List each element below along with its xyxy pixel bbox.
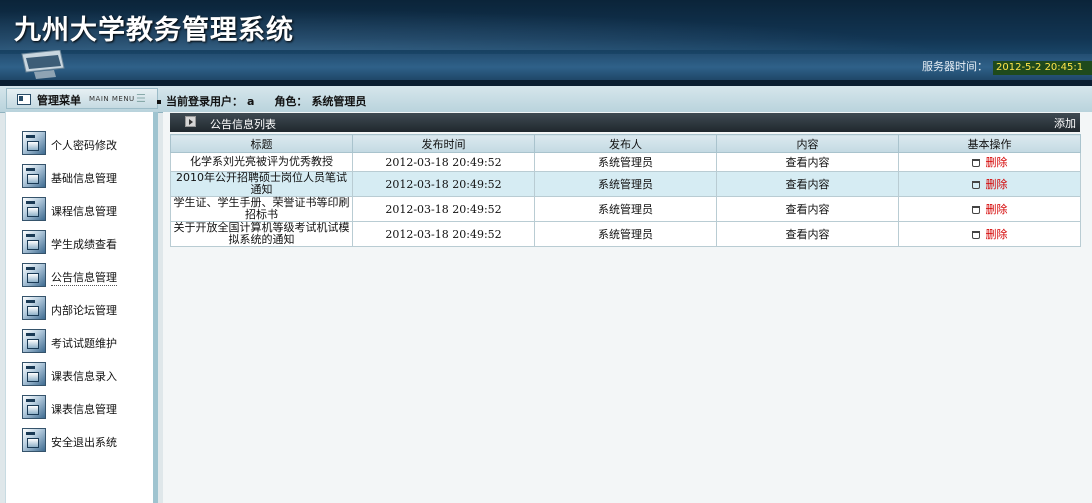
view-content-link[interactable]: 查看内容 [716, 196, 899, 222]
notice-publisher: 系统管理员 [534, 171, 717, 197]
app-window-icon [22, 296, 46, 320]
view-content-link[interactable]: 查看内容 [716, 221, 899, 247]
column-header-title: 标题 [170, 134, 353, 153]
column-header-time: 发布时间 [352, 134, 535, 153]
notice-title: 2010年公开招聘硕士岗位人员笔试通知 [170, 171, 353, 197]
notice-actions: 删除 [898, 196, 1081, 222]
login-label: 当前登录用户： [166, 95, 243, 108]
play-icon [185, 116, 196, 127]
sidebar-item-password[interactable]: 个人密码修改 [22, 131, 154, 157]
view-content-link[interactable]: 查看内容 [716, 171, 899, 197]
table-row: 学生证、学生手册、荣誉证书等印刷招标书 2012-03-18 20:49:52 … [170, 196, 1081, 222]
menu-icon [17, 94, 31, 105]
menu-lines-icon: ☰ [136, 92, 146, 105]
main-menu-header: 管理菜单 MAIN MENU ☰ [6, 88, 158, 109]
trash-icon [971, 231, 980, 239]
sidebar-item-timetable-manage[interactable]: 课表信息管理 [22, 395, 154, 421]
sidebar-item-forum[interactable]: 内部论坛管理 [22, 296, 154, 322]
notice-actions: 删除 [898, 171, 1081, 197]
bullet-icon [157, 100, 161, 104]
sidebar-item-grades[interactable]: 学生成绩查看 [22, 230, 154, 256]
sidebar-item-timetable-entry[interactable]: 课表信息录入 [22, 362, 154, 388]
sidebar-item-label: 安全退出系统 [51, 436, 117, 449]
server-time-label: 服务器时间： [922, 60, 988, 73]
system-title: 九州大学教务管理系统 [14, 15, 294, 46]
notice-time: 2012-03-18 20:49:52 [352, 196, 535, 222]
sidebar-item-logout[interactable]: 安全退出系统 [22, 428, 154, 454]
sidebar-item-notices[interactable]: 公告信息管理 [22, 263, 154, 289]
notice-time: 2012-03-18 20:49:52 [352, 221, 535, 247]
notice-actions: 删除 [898, 221, 1081, 247]
trash-icon [971, 159, 980, 167]
delete-button[interactable]: 删除 [986, 203, 1008, 216]
app-window-icon [22, 362, 46, 386]
notice-title: 化学系刘光亮被评为优秀教授 [170, 152, 353, 172]
app-window-icon [22, 131, 46, 155]
sidebar-item-label: 内部论坛管理 [51, 304, 117, 317]
notice-time: 2012-03-18 20:49:52 [352, 152, 535, 172]
sidebar-item-basic-info[interactable]: 基础信息管理 [22, 164, 154, 190]
role-label: 角色： [274, 95, 308, 108]
monitor-icon [21, 50, 65, 79]
table-row: 化学系刘光亮被评为优秀教授 2012-03-18 20:49:52 系统管理员 … [170, 152, 1081, 172]
sidebar-item-courses[interactable]: 课程信息管理 [22, 197, 154, 223]
table-row: 2010年公开招聘硕士岗位人员笔试通知 2012-03-18 20:49:52 … [170, 171, 1081, 197]
sidebar-item-label: 课表信息管理 [51, 403, 117, 416]
sidebar-item-label: 考试试题维护 [51, 337, 117, 350]
notice-time: 2012-03-18 20:49:52 [352, 171, 535, 197]
app-window-icon [22, 263, 46, 287]
app-header: 九州大学教务管理系统 服务器时间： 2012-5-2 20:45:1 [0, 0, 1092, 86]
view-content-link[interactable]: 查看内容 [716, 152, 899, 172]
add-button[interactable]: 添加 [1054, 115, 1076, 131]
delete-button[interactable]: 删除 [986, 156, 1008, 169]
notice-title: 关于开放全国计算机等级考试机试模拟系统的通知 [170, 221, 353, 247]
sidebar-item-label: 公告信息管理 [51, 271, 117, 286]
table-row: 关于开放全国计算机等级考试机试模拟系统的通知 2012-03-18 20:49:… [170, 221, 1081, 247]
server-time-value: 2012-5-2 20:45:1 [993, 61, 1092, 75]
list-title: 公告信息列表 [210, 118, 276, 131]
notice-publisher: 系统管理员 [534, 221, 717, 247]
app-window-icon [22, 395, 46, 419]
app-window-icon [22, 164, 46, 188]
sidebar-item-label: 课表信息录入 [51, 370, 117, 383]
notice-title: 学生证、学生手册、荣誉证书等印刷招标书 [170, 196, 353, 222]
sidebar-item-exam-questions[interactable]: 考试试题维护 [22, 329, 154, 355]
notice-publisher: 系统管理员 [534, 196, 717, 222]
sidebar: 个人密码修改 基础信息管理 课程信息管理 学生成绩查看 公告信息管理 内部论坛管… [5, 112, 158, 503]
role-value: 系统管理员 [311, 95, 367, 108]
column-header-content: 内容 [716, 134, 899, 153]
trash-icon [971, 181, 980, 189]
notice-publisher: 系统管理员 [534, 152, 717, 172]
sidebar-item-label: 学生成绩查看 [51, 238, 117, 251]
app-window-icon [22, 230, 46, 254]
notice-actions: 删除 [898, 152, 1081, 172]
app-window-icon [22, 428, 46, 452]
app-window-icon [22, 197, 46, 221]
list-toolbar: 公告信息列表 [170, 113, 1080, 132]
sidebar-item-label: 个人密码修改 [51, 139, 117, 152]
sidebar-item-label: 基础信息管理 [51, 172, 117, 185]
notice-table: 标题 发布时间 发布人 内容 基本操作 化学系刘光亮被评为优秀教授 2012-0… [170, 134, 1081, 247]
table-header-row: 标题 发布时间 发布人 内容 基本操作 [170, 134, 1081, 153]
app-window-icon [22, 329, 46, 353]
login-value: a [247, 95, 255, 108]
menu-title: 管理菜单 [37, 94, 81, 107]
column-header-publisher: 发布人 [534, 134, 717, 153]
trash-icon [971, 206, 980, 214]
current-user-info: 当前登录用户： a 角色： 系统管理员 [157, 93, 370, 109]
delete-button[interactable]: 删除 [986, 178, 1008, 191]
sidebar-item-label: 课程信息管理 [51, 205, 117, 218]
menu-subtitle: MAIN MENU [89, 95, 135, 103]
column-header-actions: 基本操作 [898, 134, 1081, 153]
delete-button[interactable]: 删除 [986, 228, 1008, 241]
